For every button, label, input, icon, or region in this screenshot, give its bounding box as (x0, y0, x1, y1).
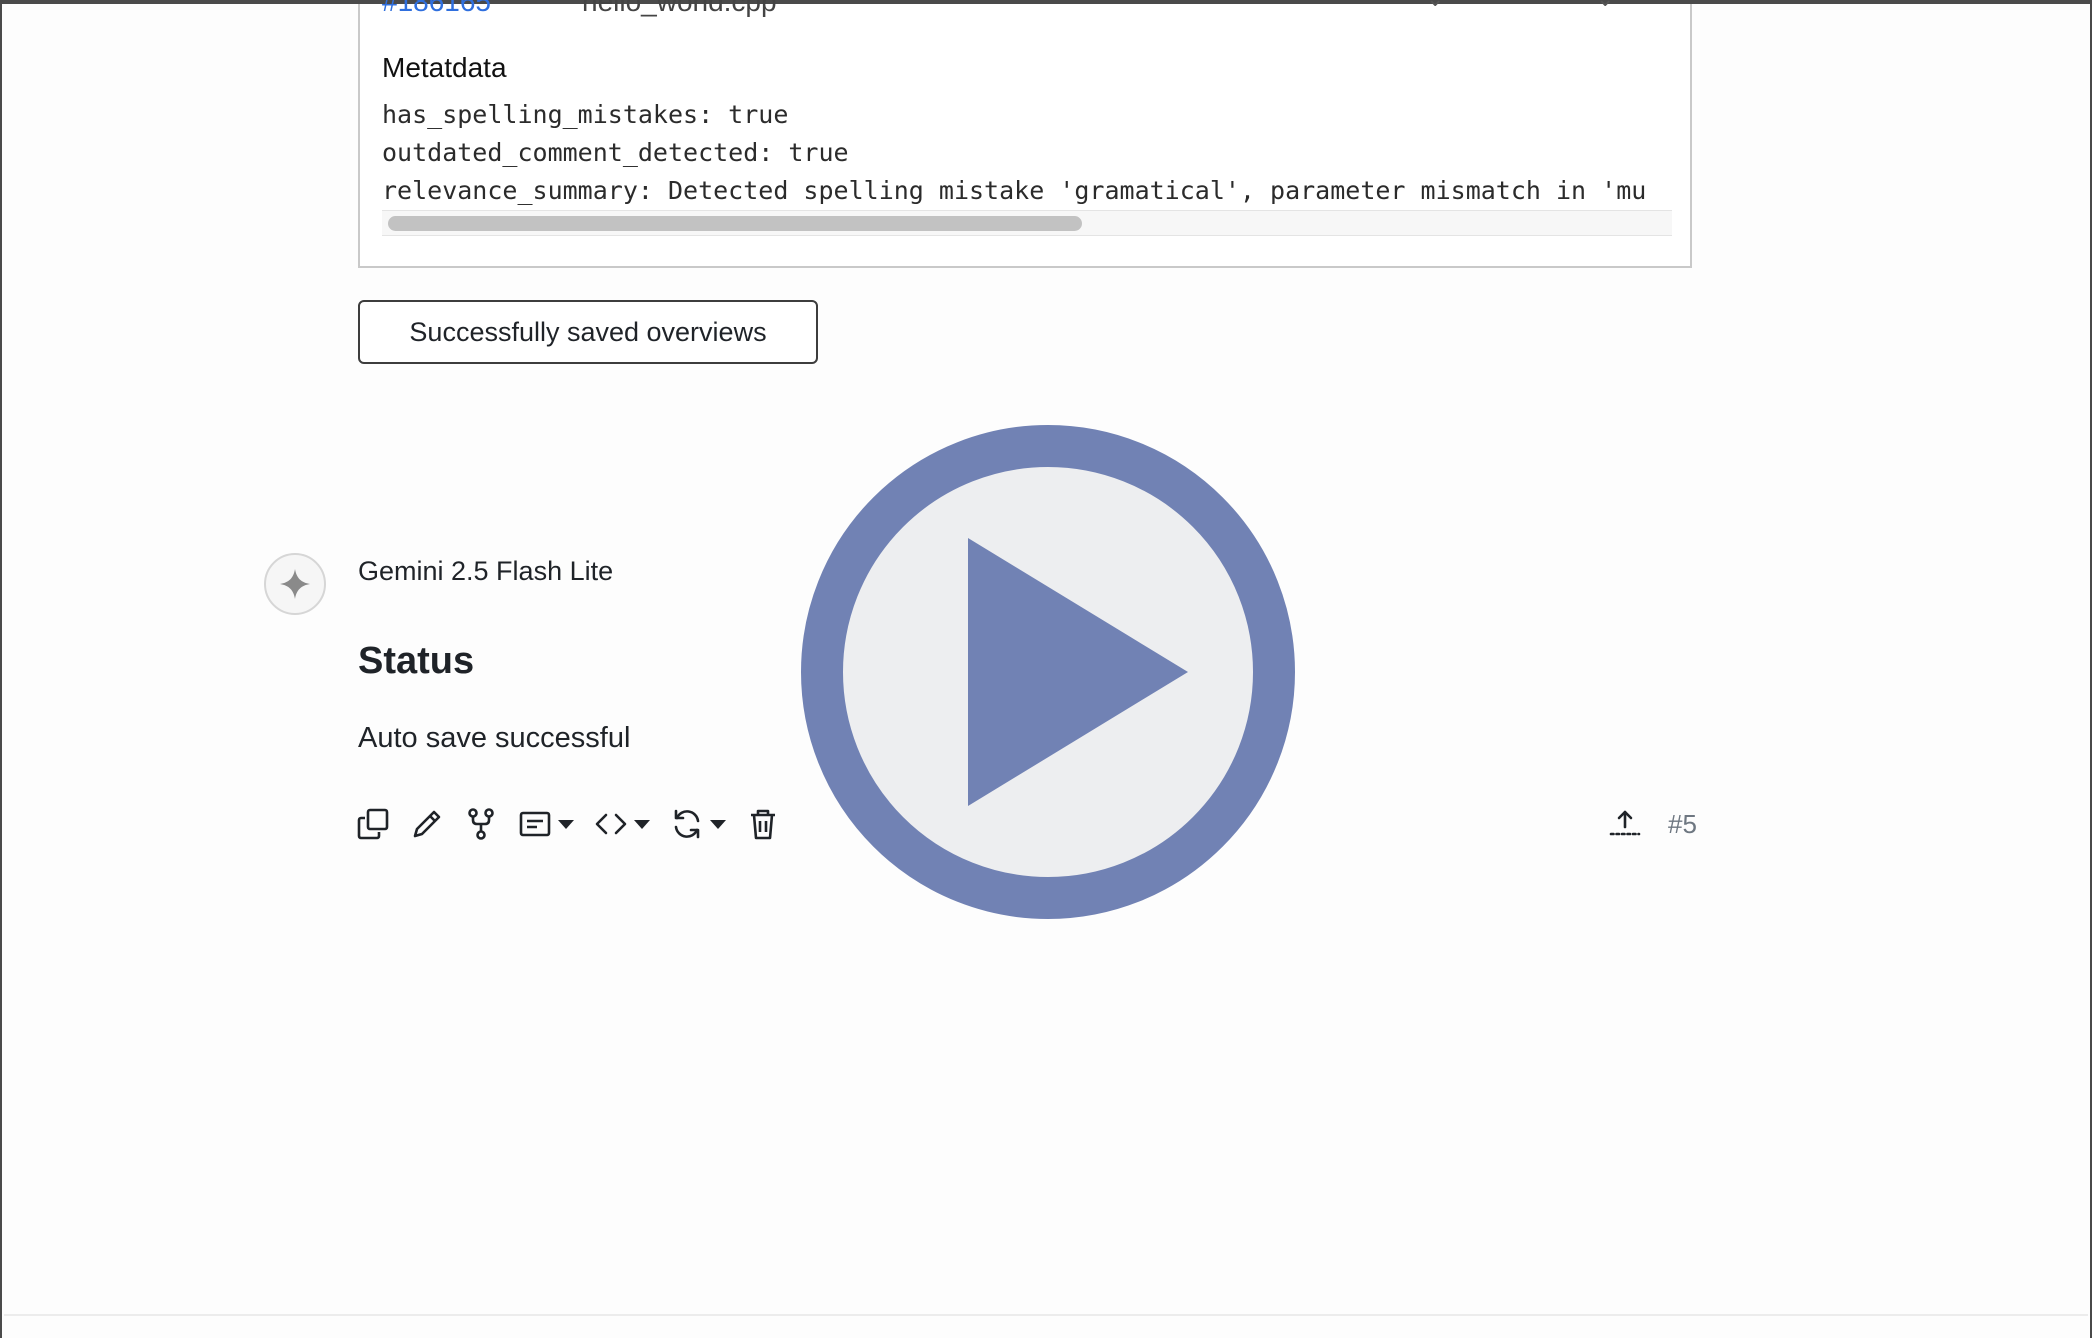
caret-down-icon (558, 819, 574, 829)
model-name: Gemini 2.5 Flash Lite (358, 556, 614, 586)
summary-dropdown[interactable] (518, 804, 574, 844)
divider (4, 1314, 2088, 1316)
message-toolbar (356, 804, 800, 844)
browser-viewport: #186165 hello_world.cpp ⌄ ⌄ Metatdata ha… (0, 0, 2092, 1338)
regenerate-dropdown[interactable] (670, 804, 726, 844)
scrollbar-thumb[interactable] (388, 216, 1082, 231)
message-body: Auto save successful (358, 722, 631, 754)
export-icon (1609, 810, 1641, 835)
metadata-line: relevance_summary: Detected spelling mis… (382, 176, 1647, 205)
sparkle-icon (280, 569, 310, 599)
message-index: #5 (1668, 808, 1697, 839)
delete-button[interactable] (746, 804, 780, 844)
metadata-card: #186165 hello_world.cpp ⌄ ⌄ Metatdata ha… (358, 0, 1692, 268)
chevron-down-icon[interactable]: ⌄ (1596, 0, 1614, 12)
metadata-line: has_spelling_mistakes: true (382, 100, 789, 129)
file-name: hello_world.cpp (582, 0, 777, 17)
branch-button[interactable] (464, 804, 498, 844)
chevron-down-icon[interactable]: ⌄ (1426, 0, 1444, 12)
summary-icon (519, 811, 551, 837)
code-icon (595, 813, 627, 835)
message-meta: #5 (1608, 804, 1697, 844)
copy-button[interactable] (356, 804, 390, 844)
saved-overviews-button[interactable]: Successfully saved overviews (358, 300, 818, 364)
copy-icon (357, 808, 389, 840)
pr-link[interactable]: #186165 (382, 0, 491, 18)
metadata-line: outdated_comment_detected: true (382, 138, 849, 167)
card-header-row: #186165 hello_world.cpp ⌄ ⌄ (382, 0, 1672, 18)
horizontal-scrollbar[interactable] (382, 210, 1672, 236)
branch-icon (468, 808, 494, 840)
caret-down-icon (634, 819, 650, 829)
edit-icon (413, 810, 441, 838)
model-avatar (264, 553, 326, 615)
delete-icon (751, 809, 775, 840)
caret-down-icon (710, 819, 726, 829)
metadata-title: Metatdata (382, 52, 507, 83)
code-dropdown[interactable] (594, 804, 650, 844)
play-icon[interactable] (801, 425, 1295, 919)
edit-button[interactable] (410, 804, 444, 844)
message-heading: Status (358, 640, 475, 682)
export-button[interactable] (1608, 805, 1642, 844)
metadata-code-block: has_spelling_mistakes: true outdated_comm… (382, 96, 1672, 210)
regenerate-icon (674, 809, 700, 839)
